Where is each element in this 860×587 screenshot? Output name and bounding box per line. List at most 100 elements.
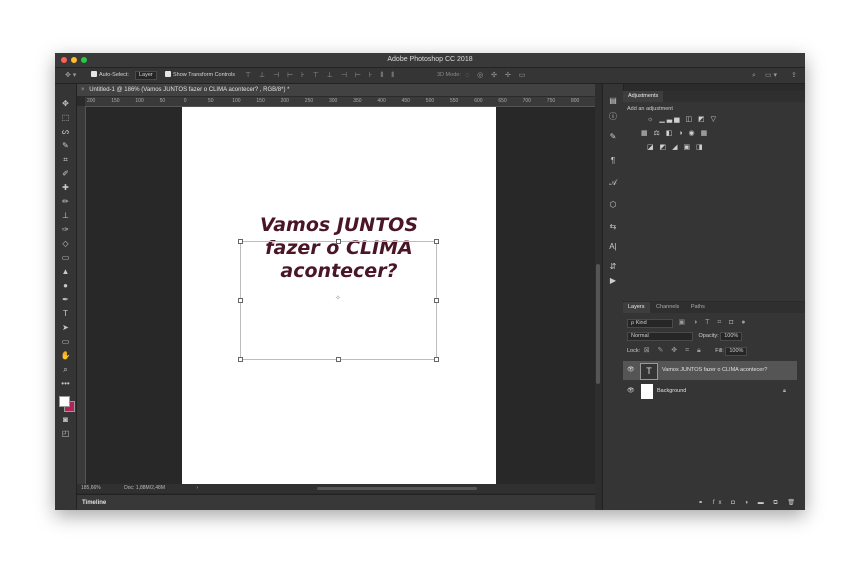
layer-row-text[interactable]: 👁︎ T Vamos JUNTOS fazer o CLIMA acontece… — [623, 361, 797, 380]
tab-paths[interactable]: Paths — [686, 302, 710, 313]
path-select-tool-icon[interactable]: ➤ — [59, 322, 72, 333]
opacity-label: Opacity: — [698, 333, 719, 339]
blend-mode-dropdown[interactable]: Normal — [627, 332, 693, 341]
document-canvas[interactable]: Vamos JUNTOS fazer o CLIMA acontecer? ✧ — [182, 107, 496, 484]
minimize-window-button[interactable] — [71, 57, 77, 63]
tab-layers[interactable]: Layers — [623, 302, 650, 313]
dodge-tool-icon[interactable]: ● — [59, 280, 72, 291]
layers-panel: Layers Channels Paths ρ Kind ▣ ◑ T ⌗ ◘ ●… — [623, 302, 805, 510]
zoom-window-button[interactable] — [81, 57, 87, 63]
transform-handle[interactable] — [336, 239, 341, 244]
hand-tool-icon[interactable]: ✋ — [59, 350, 72, 361]
options-bar: ✥ ▾ Auto-Select: Layer Show Transform Co… — [55, 68, 805, 84]
transform-handle[interactable] — [434, 239, 439, 244]
screen-mode-icon[interactable]: ◰ — [59, 428, 72, 439]
tab-adjustments[interactable]: Adjustments — [623, 91, 664, 102]
text-layer-thumbnail: T — [640, 363, 658, 380]
play-icon[interactable]: ▶ — [607, 276, 619, 286]
gradient-tool-icon[interactable]: ▭ — [59, 252, 72, 263]
pen-tool-icon[interactable]: ✒ — [59, 294, 72, 305]
transform-handle[interactable] — [238, 239, 243, 244]
reference-point-icon[interactable]: ✧ — [335, 294, 341, 302]
adjustment-icons-row-3[interactable]: ◪ ◩ ◢ ▣ ◨ — [647, 143, 705, 151]
transform-handle[interactable] — [238, 357, 243, 362]
rectangle-tool-icon[interactable]: ▭ — [59, 336, 72, 347]
auto-select-checkbox[interactable]: Auto-Select: — [91, 71, 129, 80]
foreground-color-swatch[interactable] — [59, 396, 70, 407]
visibility-eye-icon[interactable]: 👁︎ — [627, 382, 635, 401]
transform-handle[interactable] — [238, 298, 243, 303]
search-icon[interactable]: ⌕ — [752, 71, 756, 80]
auto-select-label: Auto-Select: — [99, 72, 129, 78]
info-panel-icon[interactable]: ⓘ — [607, 112, 619, 122]
marquee-tool-icon[interactable]: ⬚ — [59, 112, 72, 123]
timeline-panel[interactable]: Timeline — [77, 494, 595, 510]
brush-tool-icon[interactable]: ✏ — [59, 196, 72, 207]
eyedropper-tool-icon[interactable]: ✐ — [59, 168, 72, 179]
adjustment-icons-row-1[interactable]: ☼ ▁▃▅ ◫ ◩ ▽ — [647, 115, 718, 123]
document-tab[interactable]: × Untitled-1 @ 186% (Vamos JUNTOS fazer … — [77, 84, 595, 96]
ruler-tick-label: 500 — [425, 98, 435, 104]
quick-mask-icon[interactable]: ◙ — [59, 414, 72, 425]
opacity-field[interactable]: 100% — [720, 332, 743, 341]
show-transform-checkbox[interactable]: Show Transform Controls — [165, 71, 235, 80]
transform-handle[interactable] — [434, 298, 439, 303]
history-panel-icon[interactable]: ▤ — [607, 96, 619, 106]
eraser-tool-icon[interactable]: ◇ — [59, 238, 72, 249]
title-bar: Adobe Photoshop CC 2018 — [55, 53, 805, 68]
close-document-icon[interactable]: × — [81, 87, 85, 93]
move-tool-icon[interactable]: ✥ — [59, 98, 72, 109]
layer-name[interactable]: Background — [657, 382, 686, 401]
zoom-tool-icon[interactable]: ⌕ — [59, 364, 72, 375]
character-panel-icon[interactable]: 𝒜 — [607, 178, 619, 188]
ruler-tick-label: 50 — [159, 98, 166, 104]
transform-handle[interactable] — [336, 357, 341, 362]
auto-select-dropdown[interactable]: Layer — [135, 71, 157, 80]
transform-bounding-box[interactable]: ✧ — [238, 239, 439, 362]
share-icon[interactable]: ⇪ — [791, 71, 797, 80]
ruler-tick-label: 150 — [256, 98, 265, 104]
3d-panel-icon[interactable]: ⬡ — [607, 200, 619, 210]
doc-size[interactable]: Doc: 1,88M/2,48M — [124, 485, 165, 491]
blur-tool-icon[interactable]: ▲ — [59, 266, 72, 277]
fill-field[interactable]: 100% — [725, 347, 748, 356]
adjustment-icons-row-2[interactable]: ▦ ⚖ ◧ ◑ ◉ ▦ — [641, 129, 709, 137]
timeline-label: Timeline — [82, 500, 107, 506]
photoshop-window: Adobe Photoshop CC 2018 ✥ ▾ Auto-Select:… — [55, 53, 805, 510]
workspace-icon[interactable]: ▭ ▾ — [765, 71, 777, 80]
transform-handle[interactable] — [434, 357, 439, 362]
paragraph-panel-icon[interactable]: ¶ — [607, 156, 619, 166]
visibility-eye-icon[interactable]: 👁︎ — [627, 361, 635, 380]
adjustments-panel: Adjustments Add an adjustment ☼ ▁▃▅ ◫ ◩ … — [623, 91, 805, 301]
more-tools-icon[interactable]: ••• — [59, 378, 72, 389]
ruler-tick-label: 600 — [474, 98, 483, 104]
actions-panel-icon[interactable]: ⇵ — [607, 262, 619, 272]
close-window-button[interactable] — [61, 57, 67, 63]
lock-icons[interactable]: ⊠ ✎ ✥ ⌗ 🔒︎ — [644, 347, 704, 354]
brushes-panel-icon[interactable]: ✎ — [607, 132, 619, 142]
layer-kind-dropdown[interactable]: ρ Kind — [627, 319, 673, 328]
zoom-level[interactable]: 185,66% — [81, 485, 101, 491]
crop-tool-icon[interactable]: ⌗ — [59, 154, 72, 165]
ruler-tick-label: 200 — [280, 98, 289, 104]
type-tool-icon[interactable]: T — [59, 308, 72, 319]
layer-filter-icons[interactable]: ▣ ◑ T ⌗ ◘ ● — [679, 319, 749, 326]
status-arrow-icon[interactable]: › — [196, 485, 198, 491]
lasso-tool-icon[interactable]: ᔕ — [59, 126, 72, 137]
glyphs-panel-icon[interactable]: A| — [607, 242, 619, 252]
canvas-area[interactable]: Vamos JUNTOS fazer o CLIMA acontecer? ✧ — [86, 107, 595, 484]
history-brush-tool-icon[interactable]: ✑ — [59, 224, 72, 235]
layers-footer-icons[interactable]: ⚭ fx ◘ ◑ ▬ ⧉ 🗑︎ — [698, 500, 799, 506]
layer-name[interactable]: Vamos JUNTOS fazer o CLIMA acontecer? — [662, 361, 767, 380]
tab-channels[interactable]: Channels — [651, 302, 684, 313]
align-icons[interactable]: ⊤ ⊥ ⊣ ⊢ ⊦ ⊤ ⊥ ⊣ ⊢ ⊦ ⫴ ⫴ — [245, 71, 397, 80]
quick-select-tool-icon[interactable]: ✎ — [59, 140, 72, 151]
move-tool-preset-icon[interactable]: ✥ ▾ — [65, 71, 76, 80]
vertical-scrollbar[interactable] — [595, 84, 601, 510]
horizontal-scrollbar[interactable] — [317, 487, 477, 490]
healing-brush-tool-icon[interactable]: ✚ — [59, 182, 72, 193]
layer-row-background[interactable]: 👁︎ Background 🔒︎ — [623, 382, 797, 401]
properties-panel-icon[interactable]: ⇆ — [607, 222, 619, 232]
3d-mode-icons[interactable]: ◌ ◎ ✣ ✢ ▭ — [465, 71, 528, 80]
clone-stamp-tool-icon[interactable]: ⊥ — [59, 210, 72, 221]
